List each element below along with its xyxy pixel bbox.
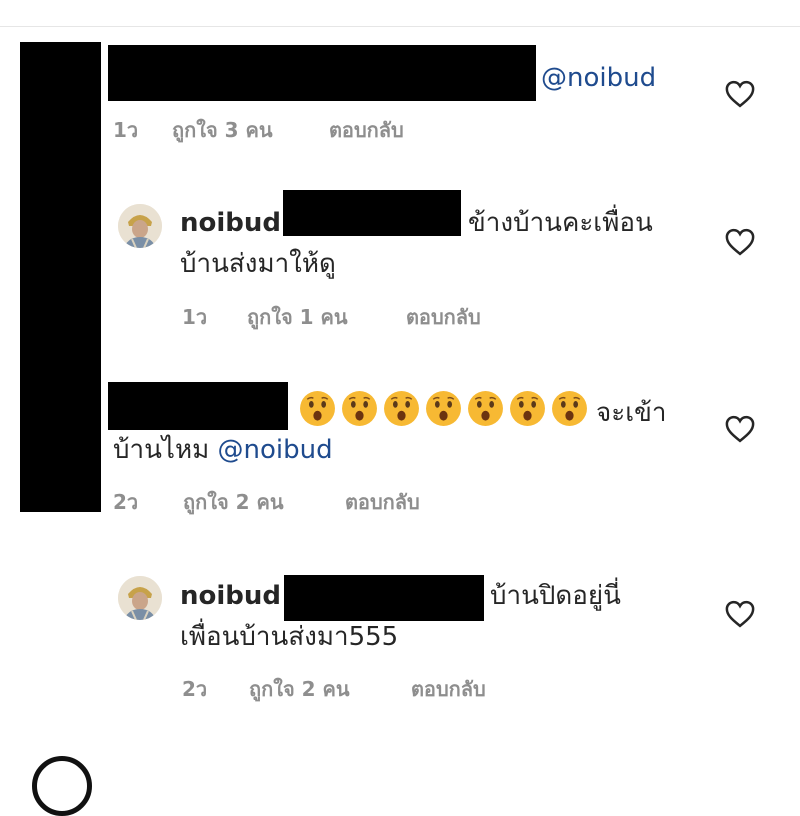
comment-likes[interactable]: ถูกใจ 1 คน [247, 301, 399, 333]
redaction-block [108, 382, 288, 430]
redaction-block [283, 190, 461, 236]
comment-text: บ้านไหม @noibud [113, 432, 333, 468]
comment-text: เพื่อนบ้านส่งมา555 [180, 622, 399, 652]
avatar[interactable] [32, 756, 92, 816]
divider [0, 26, 800, 27]
reply-button[interactable]: ตอบกลับ [411, 673, 486, 705]
comment-meta: 1ว ถูกใจ 1 คน ตอบกลับ [182, 301, 481, 333]
reply-button[interactable]: ตอบกลับ [345, 486, 420, 518]
reply-button[interactable]: ตอบกลับ [406, 301, 481, 333]
comment-text: บ้านส่งมาให้ดู [180, 249, 336, 279]
comment-meta: 2ว ถูกใจ 2 คน ตอบกลับ [182, 673, 486, 705]
comment-likes[interactable]: ถูกใจ 2 คน [249, 673, 404, 705]
comment-time: 1ว [182, 305, 208, 329]
comment-time: 1ว [113, 118, 139, 142]
avatar[interactable] [118, 204, 162, 248]
heart-outline-icon[interactable] [725, 415, 755, 443]
hushed-face-emoji [426, 391, 461, 426]
reply-button[interactable]: ตอบกลับ [329, 114, 404, 146]
redaction-block [108, 45, 536, 101]
comment-time: 2ว [113, 490, 139, 514]
redaction-block [20, 42, 101, 512]
heart-outline-icon[interactable] [725, 228, 755, 256]
heart-outline-icon[interactable] [725, 600, 755, 628]
hushed-face-emoji [552, 391, 587, 426]
comment-text: จะเข้า [596, 398, 667, 428]
avatar[interactable] [118, 576, 162, 620]
comment-username[interactable]: noibud [180, 205, 281, 241]
hushed-face-emoji [342, 391, 377, 426]
comment-mention[interactable]: @noibud [541, 60, 656, 96]
emoji-row [299, 390, 588, 427]
comment-meta: 2ว ถูกใจ 2 คน ตอบกลับ [113, 486, 420, 518]
comment-username[interactable]: noibud [180, 578, 281, 614]
heart-outline-icon[interactable] [725, 80, 755, 108]
comment-likes[interactable]: ถูกใจ 2 คน [183, 486, 338, 518]
hushed-face-emoji [300, 391, 335, 426]
comment-mention[interactable]: @noibud [218, 435, 333, 465]
comment-text: บ้านปิดอยู่นี่ [490, 581, 621, 611]
hushed-face-emoji [384, 391, 419, 426]
comment-likes[interactable]: ถูกใจ 3 คน [172, 114, 322, 146]
redaction-block [284, 575, 484, 621]
comment-meta: 1ว ถูกใจ 3 คน ตอบกลับ [113, 114, 404, 146]
hushed-face-emoji [468, 391, 503, 426]
comment-time: 2ว [182, 677, 208, 701]
comment-text: ข้างบ้านคะเพื่อน [468, 208, 653, 238]
comment-text-part: บ้านไหม [113, 435, 210, 465]
hushed-face-emoji [510, 391, 545, 426]
